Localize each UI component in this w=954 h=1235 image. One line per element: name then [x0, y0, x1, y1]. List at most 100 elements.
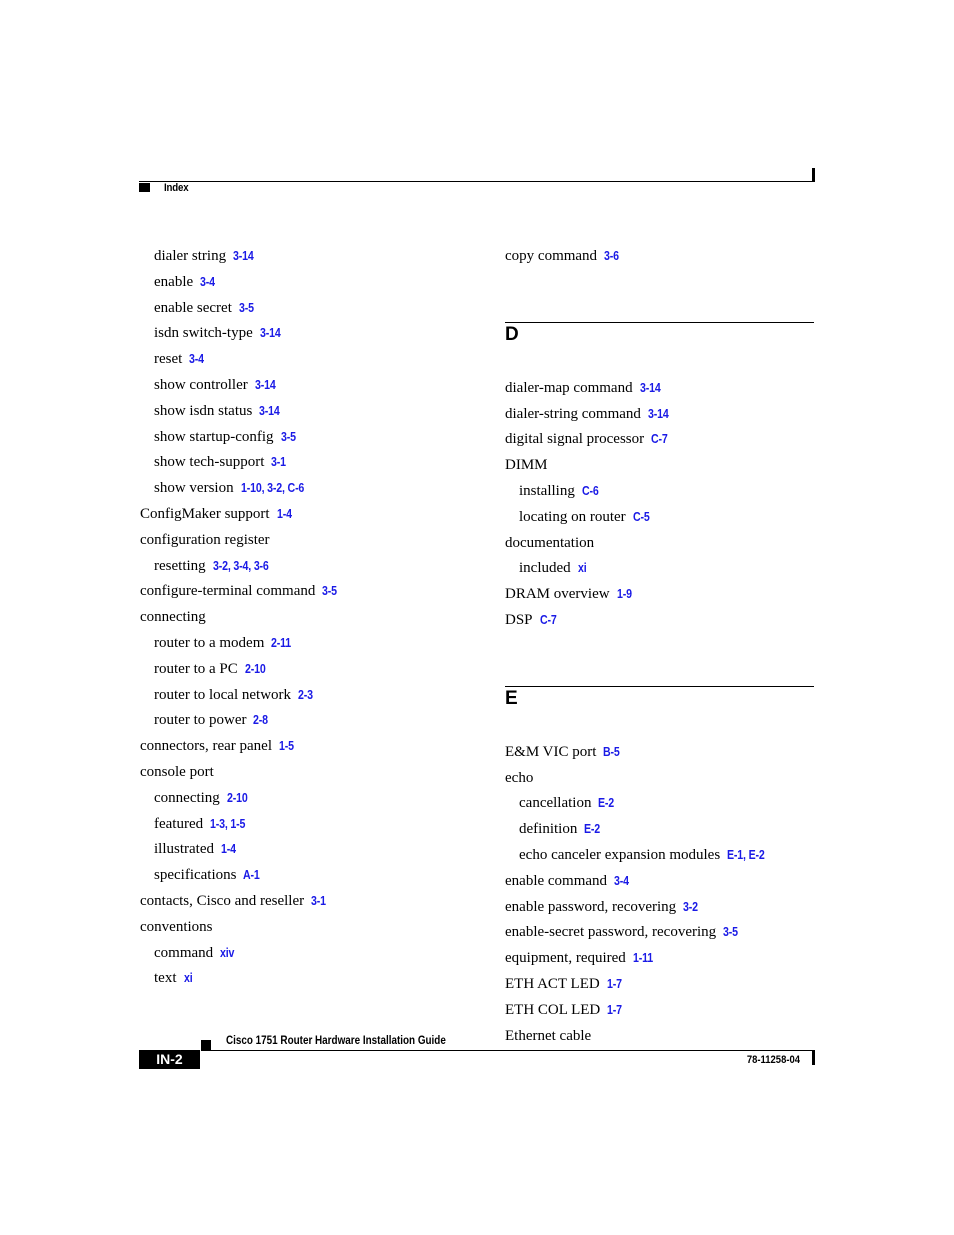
section-rule: [505, 321, 814, 323]
index-subentry: reset 3-4: [140, 347, 480, 373]
page-reference-link[interactable]: 3-5: [239, 296, 254, 322]
index-entry: conventions: [140, 915, 480, 941]
page-reference-link[interactable]: 3-14: [259, 399, 280, 425]
page-reference-link[interactable]: 3-14: [640, 376, 661, 402]
page-reference-link[interactable]: E-2: [598, 791, 614, 817]
section-rule: [505, 685, 814, 687]
index-term: illustrated: [154, 841, 214, 858]
index-term: Ethernet cable: [505, 1027, 592, 1044]
page-reference-link[interactable]: 2-10: [227, 786, 248, 812]
index-entry: dialer-map command 3-14: [505, 376, 815, 402]
index-entry: digital signal processor C-7: [505, 427, 815, 453]
header-section-title: Index: [164, 182, 189, 194]
index-term: isdn switch-type: [154, 325, 253, 342]
page-reference-link[interactable]: 3-1: [311, 889, 326, 915]
index-term: equipment, required: [505, 950, 626, 967]
page-reference-link[interactable]: 2-8: [253, 708, 268, 734]
index-term: ETH COL LED: [505, 1001, 601, 1018]
index-entry: echo: [505, 766, 815, 792]
page-reference-link[interactable]: 3-5: [281, 425, 296, 451]
index-term: specifications: [154, 867, 237, 884]
page-reference-link[interactable]: 1-7: [607, 998, 622, 1024]
index-term: copy command: [505, 248, 598, 264]
page-reference-link[interactable]: 1-11: [633, 946, 653, 972]
page-reference-link[interactable]: 3-14: [255, 373, 276, 399]
index-entry: ConfigMaker support 1-4: [140, 502, 480, 528]
index-subentry: isdn switch-type 3-14: [140, 321, 480, 347]
page-reference-link[interactable]: E-1, E-2: [727, 843, 765, 869]
page-reference-link[interactable]: 3-14: [233, 244, 254, 270]
index-term: enable secret: [154, 299, 232, 316]
page-reference-link[interactable]: 1-4: [221, 837, 236, 863]
page-reference-link[interactable]: 1-5: [279, 734, 294, 760]
index-term: connecting: [154, 789, 220, 806]
index-term: contacts, Cisco and reseller: [140, 892, 305, 909]
page-reference-link[interactable]: 1-10, 3-2, C-6: [241, 476, 304, 502]
page-reference-link[interactable]: 1-3, 1-5: [210, 812, 245, 838]
index-subentry: show startup-config 3-5: [140, 425, 480, 451]
index-term: ConfigMaker support: [140, 505, 270, 522]
index-term: resetting: [154, 557, 206, 574]
index-subentry: command xiv: [140, 941, 480, 967]
footer-book-title: Cisco 1751 Router Hardware Installation …: [226, 1035, 446, 1047]
page-reference-link[interactable]: 3-1: [271, 450, 286, 476]
page-reference-link[interactable]: C-5: [633, 505, 650, 531]
index-entry: contacts, Cisco and reseller 3-1: [140, 889, 480, 915]
page-reference-link[interactable]: 1-4: [277, 502, 292, 528]
page-reference-link[interactable]: 3-2: [683, 895, 698, 921]
page-reference-link[interactable]: xi: [184, 966, 193, 992]
index-term: E&M VIC port: [505, 743, 597, 760]
index-entry: copy command 3-6: [505, 244, 815, 270]
page-reference-link[interactable]: xi: [578, 556, 587, 582]
page-reference-link[interactable]: E-2: [584, 817, 600, 843]
index-term: show startup-config: [154, 428, 274, 445]
page-reference-link[interactable]: 2-3: [298, 683, 313, 709]
page-reference-link[interactable]: 3-5: [322, 579, 337, 605]
page-reference-link[interactable]: B-5: [603, 740, 620, 766]
page-reference-link[interactable]: 3-4: [614, 869, 629, 895]
page-reference-link[interactable]: xiv: [220, 941, 234, 967]
index-term: console port: [140, 763, 214, 780]
index-term: connecting: [140, 609, 206, 626]
page-reference-link[interactable]: 3-4: [200, 270, 215, 296]
page-reference-link[interactable]: 3-5: [723, 920, 738, 946]
index-term: text: [154, 970, 177, 987]
page-reference-link[interactable]: 2-11: [271, 631, 291, 657]
page-reference-link[interactable]: 3-14: [260, 321, 281, 347]
index-term: show controller: [154, 376, 248, 393]
index-subentry: show tech-support 3-1: [140, 450, 480, 476]
index-term: featured: [154, 815, 204, 832]
page-reference-link[interactable]: C-6: [582, 479, 599, 505]
index-subentry: enable secret 3-5: [140, 296, 480, 322]
index-subentry: router to local network 2-3: [140, 683, 480, 709]
index-term: connectors, rear panel: [140, 738, 273, 755]
index-term: DIMM: [505, 457, 548, 474]
index-subentry: resetting 3-2, 3-4, 3-6: [140, 554, 480, 580]
page-reference-link[interactable]: 1-9: [617, 582, 632, 608]
page-reference-link[interactable]: 2-10: [245, 657, 266, 683]
index-term: dialer-map command: [505, 379, 633, 396]
index-entry: console port: [140, 760, 480, 786]
index-entry: E&M VIC port B-5: [505, 740, 815, 766]
page-reference-link[interactable]: C-7: [651, 427, 668, 453]
page-reference-link[interactable]: 3-14: [648, 402, 669, 428]
index-subentry: dialer string 3-14: [140, 244, 480, 270]
index-term: echo canceler expansion modules: [519, 846, 721, 863]
page-reference-link[interactable]: 3-2, 3-4, 3-6: [213, 554, 269, 580]
page-reference-link[interactable]: A-1: [243, 863, 260, 889]
index-term: echo: [505, 769, 534, 786]
index-term: conventions: [140, 918, 213, 935]
page-reference-link[interactable]: C-7: [540, 608, 557, 634]
index-subentry: connecting 2-10: [140, 786, 480, 812]
index-column-left: dialer string 3-14 enable 3-4 enable secret 3…: [140, 244, 480, 992]
section-letter: D: [505, 323, 519, 345]
index-term: command: [154, 944, 214, 961]
page-reference-link[interactable]: 3-6: [604, 244, 619, 270]
index-term: cancellation: [519, 795, 592, 812]
page-reference-link[interactable]: 3-4: [189, 347, 204, 373]
page-reference-link[interactable]: 1-7: [607, 972, 622, 998]
index-entry: connectors, rear panel 1-5: [140, 734, 480, 760]
index-term: configure-terminal command: [140, 583, 316, 600]
header-marker-square: [139, 183, 150, 192]
